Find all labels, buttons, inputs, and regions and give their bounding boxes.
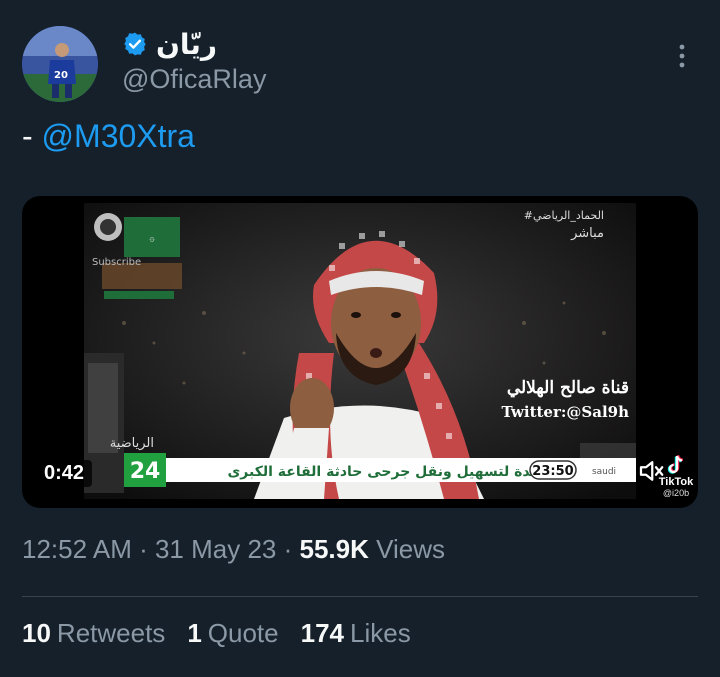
subscribe-watermark: Subscribe [92, 257, 141, 268]
meta-separator: · [131, 534, 155, 564]
ticker-time: 23:50 [532, 464, 573, 479]
live-label: مباشر [570, 226, 604, 241]
ticker-channel-number: 24 [130, 459, 161, 484]
divider [22, 596, 698, 597]
tiktok-watermark: TikTok @i20b [658, 454, 694, 498]
tiktok-logo-icon [667, 455, 684, 474]
likes-stat[interactable]: 174 Likes [301, 618, 411, 649]
tweet-time[interactable]: 12:52 AM [22, 534, 132, 564]
tweet-text: - @M30Xtra [22, 118, 195, 155]
mention-link[interactable]: @M30Xtra [42, 118, 195, 154]
retweets-label: Retweets [56, 618, 166, 648]
channel-tag: #الحماد_الرياضي [524, 209, 604, 222]
video-frame[interactable]: ۞ Subscribe #الحماد_الرياضي مباشر قناة ص… [84, 203, 636, 499]
saudi-label: saudi [592, 467, 616, 477]
meta-separator: · [276, 534, 300, 564]
likes-label: Likes [350, 618, 411, 648]
views-count: 55.9K [299, 534, 369, 564]
quotes-count: 1 [187, 618, 202, 648]
author-display-name[interactable]: ريّان [156, 28, 217, 61]
retweets-stat[interactable]: 10 Retweets [22, 618, 165, 649]
svg-text:20: 20 [54, 70, 68, 81]
tweet-stats: 10 Retweets 1 Quote 174 Likes [22, 618, 411, 649]
sports-label: الرياضية [110, 436, 154, 451]
avatar-image: 20 [22, 26, 98, 102]
views-label: Views [376, 534, 445, 564]
avatar[interactable]: 20 [22, 26, 98, 102]
video-thumbnail: ۞ Subscribe #الحماد_الرياضي مباشر قناة ص… [84, 203, 636, 499]
tweet-date[interactable]: 31 May 23 [155, 534, 276, 564]
quotes-stat[interactable]: 1 Quote [187, 618, 278, 649]
likes-count: 174 [300, 618, 344, 648]
tiktok-brand: TikTok [658, 476, 694, 488]
retweets-count: 10 [22, 618, 51, 648]
more-vertical-icon[interactable] [670, 42, 694, 70]
tweet-meta: 12:52 AM · 31 May 23 · 55.9K Views [22, 534, 445, 565]
quotes-label: Quote [207, 618, 279, 648]
tiktok-user: @i20b [662, 488, 690, 498]
verified-badge-icon [122, 31, 148, 57]
ticker-text: حدة لتسهيل ونقل جرحى حادثة القاعة الكبرى [227, 464, 540, 480]
svg-text:۞: ۞ [149, 234, 155, 244]
channel-name-overlay: قناة صالح الهلالي [507, 378, 629, 398]
author-handle[interactable]: @OficaRlay [122, 64, 266, 95]
video-player[interactable]: ۞ Subscribe #الحماد_الرياضي مباشر قناة ص… [22, 196, 698, 508]
author-name-row[interactable]: ريّان [122, 26, 217, 62]
twitter-handle-overlay: Twitter:@Sal9h [501, 403, 629, 421]
video-duration: 0:42 [36, 460, 93, 487]
tweet-prefix: - [22, 118, 42, 154]
